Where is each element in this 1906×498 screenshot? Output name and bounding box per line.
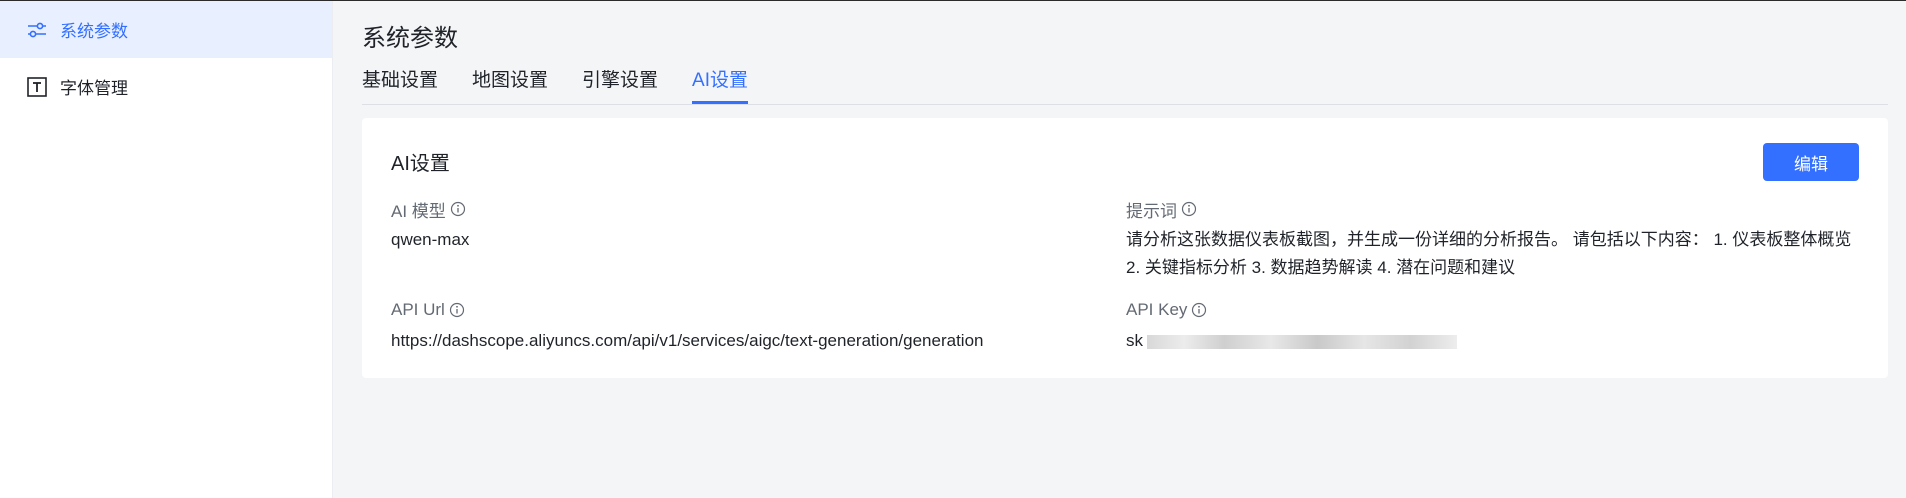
ai-model-value: qwen-max (391, 230, 470, 249)
ai-model-field: AI 模型 qwen-max (391, 198, 1126, 254)
edit-button[interactable]: 编辑 (1763, 143, 1859, 181)
sidebar-item-label: 字体管理 (60, 79, 128, 98)
tab-basic-settings[interactable]: 基础设置 (362, 63, 438, 104)
api-key-label: API Key (1126, 300, 1188, 319)
info-icon[interactable] (1181, 201, 1197, 217)
api-url-field: API Url https://dashscope.aliyuncs.com/a… (391, 299, 1126, 355)
api-key-value: sk (1126, 327, 1861, 355)
api-url-label: API Url (391, 300, 445, 319)
info-icon[interactable] (449, 302, 465, 318)
prompt-label: 提示词 (1126, 201, 1177, 221)
sidebar-item-system-params[interactable]: 系统参数 (0, 1, 332, 58)
tab-bar: 基础设置 地图设置 引擎设置 AI设置 (362, 63, 1888, 105)
ai-model-label: AI 模型 (391, 201, 446, 221)
info-icon[interactable] (1191, 302, 1207, 318)
prompt-field: 提示词 请分析这张数据仪表板截图，并生成一份详细的分析报告。 请包括以下内容： … (1126, 198, 1861, 282)
field-label: AI 模型 (391, 198, 1126, 221)
ai-settings-card: AI设置 编辑 AI 模型 qwen-max 提示词 请分析这张数据仪表板截图，… (362, 118, 1888, 378)
field-label: API Url (391, 299, 1126, 321)
api-key-field: API Key sk (1126, 299, 1861, 355)
tab-ai-settings[interactable]: AI设置 (692, 63, 748, 104)
sidebar: 系统参数 字体管理 (0, 1, 333, 498)
tab-map-settings[interactable]: 地图设置 (472, 63, 548, 104)
sliders-icon (26, 19, 48, 41)
api-key-visible-prefix: sk (1126, 331, 1143, 350)
field-label: API Key (1126, 299, 1861, 321)
sidebar-item-label: 系统参数 (60, 22, 128, 41)
card-title: AI设置 (391, 153, 450, 175)
field-label: 提示词 (1126, 198, 1861, 221)
api-url-value: https://dashscope.aliyuncs.com/api/v1/se… (391, 331, 984, 350)
font-icon (26, 76, 48, 98)
sidebar-item-font-management[interactable]: 字体管理 (0, 58, 332, 115)
tab-engine-settings[interactable]: 引擎设置 (582, 63, 658, 104)
page-title: 系统参数 (362, 25, 458, 52)
redacted-key-blur (1147, 334, 1457, 349)
info-icon[interactable] (450, 201, 466, 217)
prompt-value: 请分析这张数据仪表板截图，并生成一份详细的分析报告。 请包括以下内容： 1. 仪… (1126, 230, 1852, 277)
main-content: 系统参数 基础设置 地图设置 引擎设置 AI设置 AI设置 编辑 AI 模型 q… (333, 1, 1906, 498)
app-window: 系统参数 字体管理 系统参数 基础设置 地图设置 引擎设置 AI设置 AI设置 … (0, 0, 1906, 498)
